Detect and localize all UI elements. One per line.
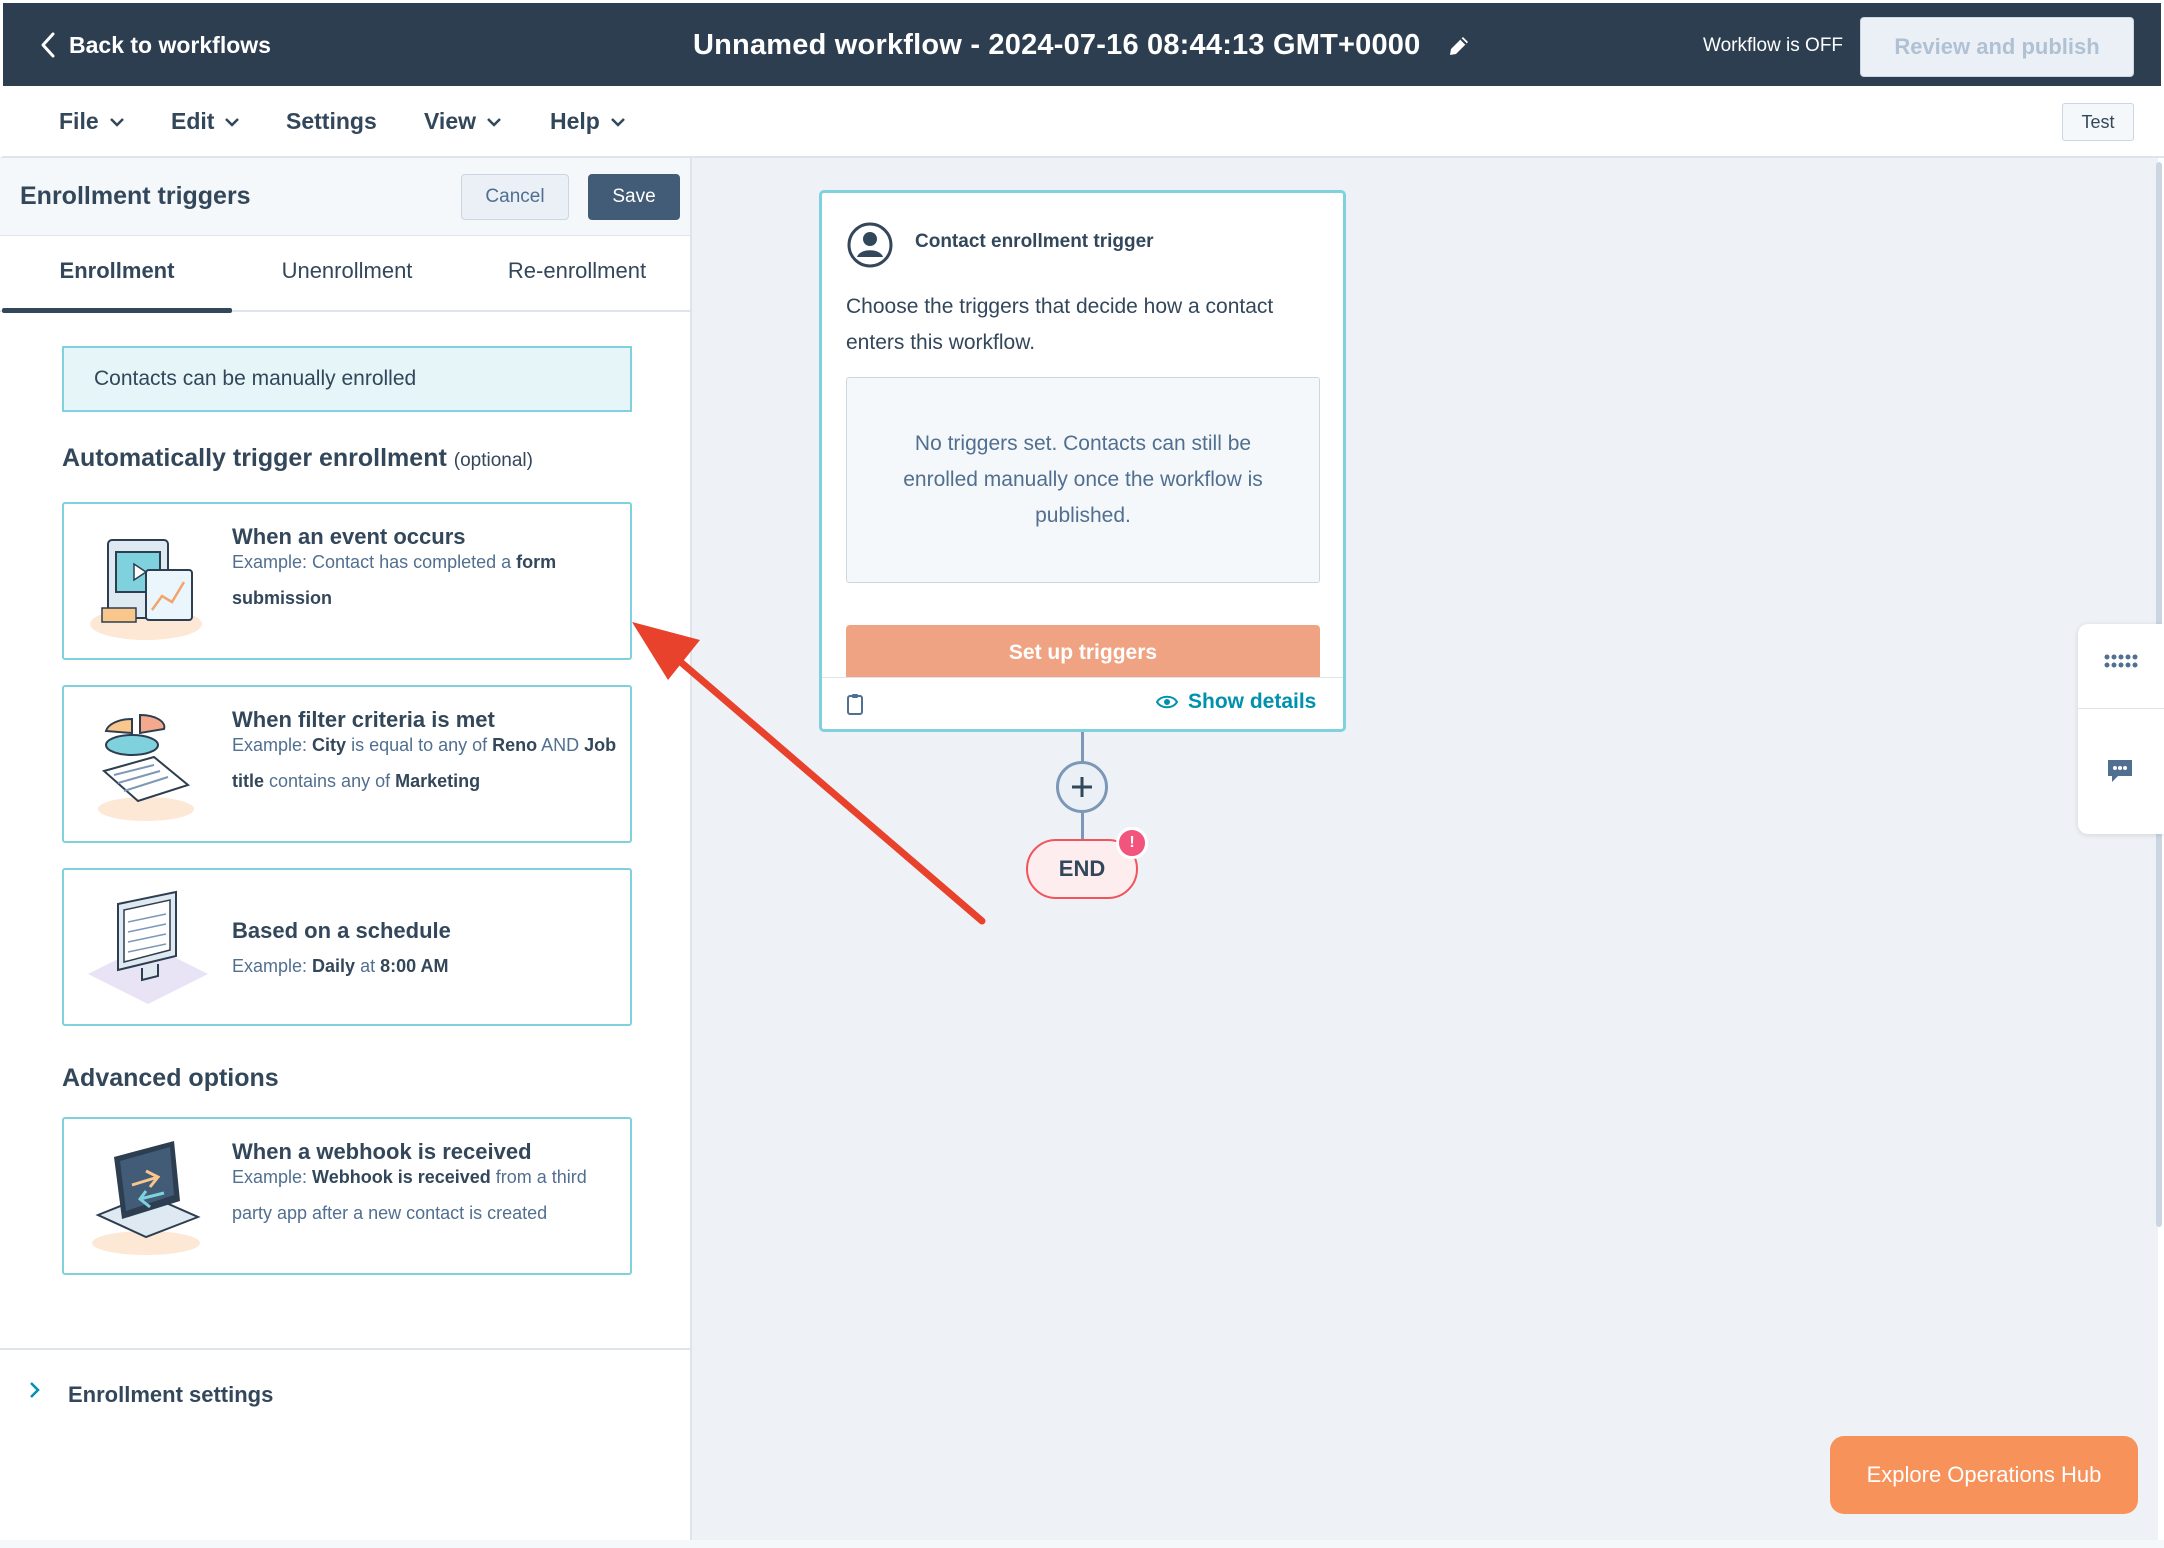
test-button[interactable]: Test (2062, 103, 2134, 141)
panel-title: Enrollment triggers (20, 182, 251, 210)
trigger-card-filter[interactable]: When filter criteria is met Example: Cit… (62, 685, 632, 843)
menu-file[interactable]: File (59, 108, 125, 135)
chevron-left-icon (41, 32, 55, 58)
eye-icon (1156, 695, 1178, 709)
chevron-down-icon (487, 117, 501, 127)
back-label: Back to workflows (69, 31, 271, 58)
card-schedule-description: Example: Daily at 8:00 AM (232, 948, 622, 984)
menu-settings-label: Settings (286, 108, 377, 134)
card-schedule-desc-1: Example: (232, 956, 313, 976)
chevron-down-icon (109, 117, 124, 127)
trigger-card-schedule[interactable]: Based on a schedule Example: Daily at 8:… (62, 868, 632, 1026)
chevron-down-icon (610, 117, 625, 127)
menu-help-label: Help (550, 108, 600, 134)
contact-icon (847, 222, 893, 268)
chat-icon[interactable] (2106, 758, 2134, 784)
chevron-right-icon (30, 1382, 40, 1398)
workflow-title[interactable]: Unnamed workflow - 2024-07-16 08:44:13 G… (693, 29, 1472, 62)
workflow-connector (1081, 732, 1084, 762)
menu-settings[interactable]: Settings (286, 108, 377, 135)
side-widget-panel (2078, 624, 2164, 834)
workflow-title-text: Unnamed workflow - 2024-07-16 08:44:13 G… (693, 29, 1421, 61)
card-schedule-title: Based on a schedule (232, 918, 451, 943)
add-action-button[interactable] (1056, 761, 1108, 813)
save-button[interactable]: Save (588, 174, 680, 220)
end-warning-badge: ! (1116, 827, 1148, 859)
set-up-triggers-button[interactable]: Set up triggers (846, 625, 1320, 677)
optional-label: (optional) (453, 450, 533, 471)
active-tab-indicator (2, 308, 232, 313)
menu-help[interactable]: Help (550, 108, 626, 135)
menu-edit[interactable]: Edit (171, 108, 240, 135)
card-event-desc-1: Example: Contact has completed a (232, 552, 517, 572)
cancel-button[interactable]: Cancel (461, 174, 569, 220)
trigger-card-footer: Show details (822, 677, 1343, 729)
card-webhook-desc-2: Webhook is received (312, 1167, 491, 1187)
card-filter-desc-8: Marketing (395, 771, 481, 791)
card-schedule-desc-3: at (355, 956, 381, 976)
review-and-publish-button[interactable]: Review and publish (1860, 17, 2134, 77)
clipboard-icon[interactable] (846, 692, 864, 716)
menu-view-label: View (424, 108, 476, 134)
explore-operations-hub-button[interactable]: Explore Operations Hub (1830, 1436, 2138, 1514)
auto-trigger-heading: Automatically trigger enrollment (option… (62, 444, 533, 473)
plus-icon (1072, 777, 1092, 797)
card-filter-desc-4: Reno (492, 735, 538, 755)
show-details-link[interactable]: Show details (1156, 690, 1316, 714)
card-filter-desc-5: AND (537, 735, 585, 755)
card-filter-description: Example: City is equal to any of Reno AN… (232, 727, 622, 799)
bottom-strip (0, 1540, 2164, 1548)
advanced-options-heading: Advanced options (62, 1064, 279, 1092)
card-schedule-desc-4: 8:00 AM (380, 956, 449, 976)
trigger-card-title: Contact enrollment trigger (915, 231, 1154, 252)
menu-view[interactable]: View (424, 108, 502, 135)
auto-trigger-title: Automatically trigger enrollment (62, 444, 447, 472)
no-triggers-message: No triggers set. Contacts can still be e… (846, 377, 1320, 583)
trigger-card-event[interactable]: When an event occurs Example: Contact ha… (62, 502, 632, 660)
trigger-card-description: Choose the triggers that decide how a co… (846, 295, 1274, 354)
panel-header: Enrollment triggers Cancel Save (0, 158, 690, 236)
workflow-status: Workflow is OFF (1703, 35, 1844, 56)
enrollment-triggers-panel: Enrollment triggers Cancel Save Enrollme… (0, 158, 692, 1540)
tab-re-enrollment[interactable]: Re-enrollment (462, 258, 692, 284)
back-to-workflows-link[interactable]: Back to workflows (39, 31, 271, 59)
widget-divider (2078, 708, 2164, 709)
chevron-down-icon (225, 117, 240, 127)
card-filter-desc-7: contains any of (264, 771, 396, 791)
menu-bar: File Edit Settings View Help Test (0, 86, 2164, 158)
tab-unenrollment[interactable]: Unenrollment (232, 258, 462, 284)
card-schedule-desc-2: Daily (312, 956, 356, 976)
card-webhook-desc-1: Example: (232, 1167, 313, 1187)
card-filter-desc-1: Example: (232, 735, 313, 755)
manual-enrollment-notice: Contacts can be manually enrolled (62, 346, 632, 412)
top-header: Back to workflows Unnamed workflow - 202… (0, 0, 2164, 86)
enrollment-settings-label: Enrollment settings (68, 1382, 274, 1407)
menu-file-label: File (59, 108, 99, 134)
card-event-description: Example: Contact has completed a form su… (232, 544, 622, 616)
webhook-illustration-icon (92, 1141, 201, 1255)
grid-icon[interactable] (2104, 654, 2138, 668)
pencil-icon[interactable] (1446, 33, 1472, 59)
card-filter-desc-3: is equal to any of (346, 735, 493, 755)
menu-edit-label: Edit (171, 108, 215, 134)
trigger-card-webhook[interactable]: When a webhook is received Example: Webh… (62, 1117, 632, 1275)
workflow-connector (1081, 813, 1084, 841)
enrollment-tabs: Enrollment Unenrollment Re-enrollment (0, 236, 692, 313)
card-filter-desc-2: City (312, 735, 347, 755)
contact-enrollment-trigger-card[interactable]: Contact enrollment trigger Choose the tr… (819, 190, 1346, 732)
tab-enrollment[interactable]: Enrollment (2, 258, 232, 284)
schedule-illustration-icon (88, 890, 208, 1004)
show-details-label: Show details (1188, 690, 1317, 713)
card-webhook-description: Example: Webhook is received from a thir… (232, 1159, 622, 1231)
filter-criteria-illustration-icon (98, 713, 194, 821)
enrollment-settings-row[interactable]: Enrollment settings (0, 1348, 690, 1438)
event-illustration-icon (90, 539, 202, 640)
